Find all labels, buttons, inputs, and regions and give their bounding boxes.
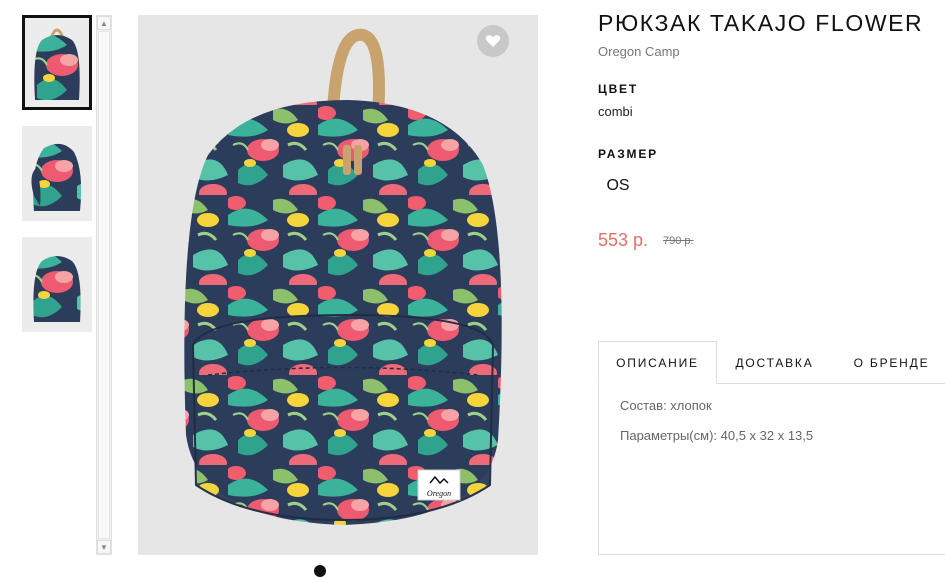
carousel-indicator[interactable] (314, 565, 326, 577)
old-price: 790 р. (663, 235, 694, 247)
tab-about-brand[interactable]: О БРЕНДЕ (838, 341, 945, 384)
thumbnail-front[interactable] (22, 15, 92, 110)
size-label: РАЗМЕР (598, 147, 658, 161)
composition-text: Состав: хлопок (620, 398, 712, 413)
parameters-text: Параметры(см): 40,5 х 32 х 13,5 (620, 428, 814, 443)
tab-panel-description: Состав: хлопок Параметры(см): 40,5 х 32 … (598, 383, 945, 555)
chevron-down-icon[interactable]: ▼ (97, 540, 111, 554)
brand-link[interactable]: Oregon Camp (598, 44, 680, 59)
product-tabs: Состав: хлопок Параметры(см): 40,5 х 32 … (598, 341, 945, 555)
tab-description[interactable]: ОПИСАНИЕ (598, 341, 717, 384)
product-main-photo[interactable]: Oregon (138, 15, 538, 555)
scrollbar-thumb[interactable] (98, 31, 110, 539)
tab-delivery[interactable]: ДОСТАВКА (717, 341, 832, 384)
product-title: РЮКЗАК TAKAJO FLOWER (598, 10, 924, 36)
thumbnail-scrollbar[interactable]: ▲ ▼ (96, 15, 112, 555)
color-label: ЦВЕТ (598, 82, 638, 96)
color-value: combi (598, 104, 633, 119)
size-option-os[interactable]: OS (598, 171, 638, 201)
thumbnail-back[interactable] (22, 237, 92, 332)
thumbnail-side[interactable] (22, 126, 92, 221)
wishlist-button[interactable] (477, 25, 509, 57)
chevron-up-icon[interactable]: ▲ (97, 16, 111, 30)
brand-label-text: Oregon (427, 489, 451, 498)
heart-icon (485, 35, 501, 47)
current-price: 553 р. (598, 230, 649, 250)
